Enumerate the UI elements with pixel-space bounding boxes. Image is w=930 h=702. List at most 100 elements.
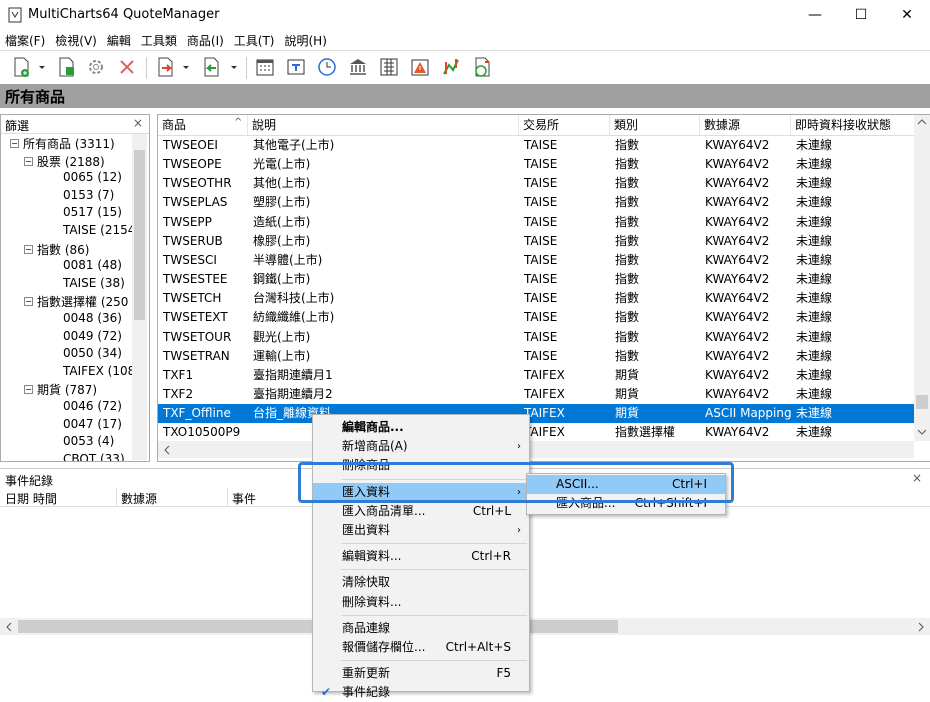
menu-item[interactable]: 工具(T) — [229, 30, 280, 50]
table-horizontal-scrollbar[interactable] — [158, 441, 914, 458]
context-menu-item[interactable]: 編輯資料... Ctrl+R — [313, 547, 529, 566]
context-menu-item[interactable]: 編輯商品... — [313, 418, 529, 437]
delete-icon[interactable] — [116, 56, 138, 78]
tree-collapse-icon[interactable]: − — [24, 297, 33, 307]
tree-item[interactable]: 指數 (86) — [37, 241, 89, 258]
menu-item[interactable]: 檢視(V) — [50, 30, 102, 50]
tree-scroll-thumb[interactable] — [134, 150, 145, 320]
menu-item[interactable]: 工具類 — [136, 30, 182, 50]
tree-item[interactable]: 0050 (34) — [63, 346, 122, 360]
tree-item[interactable]: 0053 (4) — [63, 434, 114, 448]
table-row[interactable]: TXF1 臺指期連續月1 TAIFEX 期貨 KWAY64V2 未連線 — [158, 366, 915, 385]
scroll-left-icon[interactable] — [162, 445, 172, 455]
edit-symbol-icon[interactable] — [55, 56, 77, 78]
new-symbol-icon[interactable] — [10, 56, 32, 78]
tree-item[interactable]: 所有商品 (3311) — [23, 135, 115, 152]
tree-item[interactable]: 0046 (72) — [63, 399, 122, 413]
context-menu-item[interactable]: 匯出資料 › — [313, 521, 529, 540]
table-row[interactable]: TXO10500P9 TAIFEX 指數選擇權 KWAY64V2 未連線 — [158, 423, 915, 442]
calendar-icon[interactable] — [254, 56, 276, 78]
scroll-down-icon[interactable] — [917, 427, 927, 437]
tree-item[interactable]: 指數選擇權 (250 — [37, 293, 128, 310]
minimize-button[interactable]: — — [792, 0, 838, 30]
filter-close-button[interactable]: × — [133, 116, 143, 130]
session-icon[interactable] — [285, 56, 307, 78]
symbol-list-icon[interactable] — [378, 56, 400, 78]
tree-item[interactable]: 股票 (2188) — [37, 153, 105, 170]
table-row[interactable]: TWSEOEI 其他電子(上市) TAISE 指數 KWAY64V2 未連線 — [158, 136, 915, 155]
context-menu-item[interactable]: 新增商品(A) › — [313, 437, 529, 456]
event-column-header[interactable]: 日期 時間 — [5, 490, 57, 507]
scroll-up-icon[interactable] — [917, 117, 927, 127]
scroll-left-icon[interactable] — [4, 622, 14, 632]
refresh-icon[interactable] — [471, 56, 493, 78]
column-header[interactable]: 說明 — [248, 115, 519, 135]
tree-item[interactable]: TAIFEX (108) — [63, 364, 140, 378]
table-row[interactable]: TXF2 臺指期連續月2 TAIFEX 期貨 KWAY64V2 未連線 — [158, 385, 915, 404]
table-row[interactable]: TWSETOUR 觀光(上市) TAISE 指數 KWAY64V2 未連線 — [158, 328, 915, 347]
tree-item[interactable]: 0081 (48) — [63, 258, 122, 272]
dropdown-arrow-icon[interactable] — [180, 56, 192, 78]
table-row[interactable]: TWSETEXT 紡織纖維(上市) TAISE 指數 KWAY64V2 未連線 — [158, 308, 915, 327]
table-scroll-thumb[interactable] — [916, 395, 928, 409]
tree-item[interactable]: 期貨 (787) — [37, 381, 97, 398]
table-row[interactable]: TWSESTEE 鋼鐵(上市) TAISE 指數 KWAY64V2 未連線 — [158, 270, 915, 289]
export-icon[interactable] — [200, 56, 222, 78]
table-row[interactable]: TWSETCH 台灣科技(上市) TAISE 指數 KWAY64V2 未連線 — [158, 289, 915, 308]
tree-item[interactable]: TAISE (2154) — [63, 223, 140, 237]
dropdown-arrow-icon[interactable] — [36, 56, 48, 78]
table-row[interactable]: TWSESCI 半導體(上市) TAISE 指數 KWAY64V2 未連線 — [158, 251, 915, 270]
table-vertical-scrollbar[interactable] — [914, 115, 930, 441]
context-menu-item[interactable]: 刪除資料... — [313, 593, 529, 612]
menu-item[interactable]: 說明(H) — [280, 30, 332, 50]
tree-collapse-icon[interactable]: − — [10, 139, 19, 148]
alert-icon[interactable] — [409, 56, 431, 78]
menu-item[interactable]: 編輯 — [102, 30, 136, 50]
tree-item[interactable]: CBOT (33) — [63, 452, 125, 461]
table-row[interactable]: TWSEOTHR 其他(上市) TAISE 指數 KWAY64V2 未連線 — [158, 174, 915, 193]
tree-collapse-icon[interactable]: − — [24, 244, 33, 254]
event-column-header[interactable]: 數據源 — [121, 490, 157, 507]
tree-item[interactable]: 0065 (12) — [63, 170, 122, 184]
table-row[interactable]: TXF_Offline 台指_離線資料 TAIFEX 期貨 ASCII Mapping 未… — [158, 404, 915, 424]
column-header[interactable]: 即時資料接收狀態 — [791, 115, 915, 135]
table-row[interactable]: TWSETRAN 運輸(上市) TAISE 指數 KWAY64V2 未連線 — [158, 347, 915, 366]
column-header[interactable]: 交易所 — [519, 115, 610, 135]
table-row[interactable]: TWSEPP 造紙(上市) TAISE 指數 KWAY64V2 未連線 — [158, 213, 915, 232]
tree-item[interactable]: 0047 (17) — [63, 417, 122, 431]
menu-item[interactable]: 商品(I) — [182, 30, 229, 50]
column-header[interactable]: 類別 — [610, 115, 700, 135]
event-log-close-button[interactable]: × — [912, 471, 922, 485]
dropdown-arrow-icon[interactable] — [228, 56, 240, 78]
menu-item[interactable]: 檔案(F) — [0, 30, 50, 50]
context-menu-item[interactable]: 報價儲存欄位... Ctrl+Alt+S — [313, 638, 529, 657]
context-menu-item[interactable]: ✔ 事件紀錄 — [313, 683, 529, 702]
table-cell: KWAY64V2 — [705, 425, 770, 440]
import-icon[interactable] — [154, 56, 176, 78]
context-menu-item[interactable]: 匯入商品清單... Ctrl+L — [313, 502, 529, 521]
settings-icon[interactable] — [85, 56, 107, 78]
tree-collapse-icon[interactable]: − — [24, 156, 33, 166]
tree-item[interactable]: TAISE (38) — [63, 276, 125, 290]
column-header[interactable]: 數據源 — [700, 115, 791, 135]
event-column-header[interactable]: 事件 — [232, 490, 256, 507]
tree-item[interactable]: 0048 (36) — [63, 311, 122, 325]
tree-item[interactable]: 0049 (72) — [63, 329, 122, 343]
table-row[interactable]: TWSEPLAS 塑膠(上市) TAISE 指數 KWAY64V2 未連線 — [158, 193, 915, 212]
context-menu-item[interactable]: 商品連線 — [313, 619, 529, 638]
tree-item[interactable]: 0517 (15) — [63, 205, 122, 219]
tree-collapse-icon[interactable]: − — [24, 385, 33, 395]
chart-icon[interactable] — [440, 56, 462, 78]
table-cell: TAISE — [524, 272, 558, 287]
scroll-right-icon[interactable] — [916, 622, 926, 632]
close-button[interactable]: ✕ — [884, 0, 930, 30]
maximize-button[interactable]: ☐ — [838, 0, 884, 30]
tree-item[interactable]: 0153 (7) — [63, 188, 114, 202]
clock-icon[interactable] — [316, 56, 338, 78]
context-menu-item[interactable]: 清除快取 — [313, 573, 529, 592]
context-menu-item[interactable]: 重新更新 F5 — [313, 664, 529, 683]
table-cell: 運輸(上市) — [253, 348, 311, 363]
exchange-icon[interactable] — [347, 56, 369, 78]
table-row[interactable]: TWSERUB 橡膠(上市) TAISE 指數 KWAY64V2 未連線 — [158, 232, 915, 251]
table-row[interactable]: TWSEOPE 光電(上市) TAISE 指數 KWAY64V2 未連線 — [158, 155, 915, 174]
